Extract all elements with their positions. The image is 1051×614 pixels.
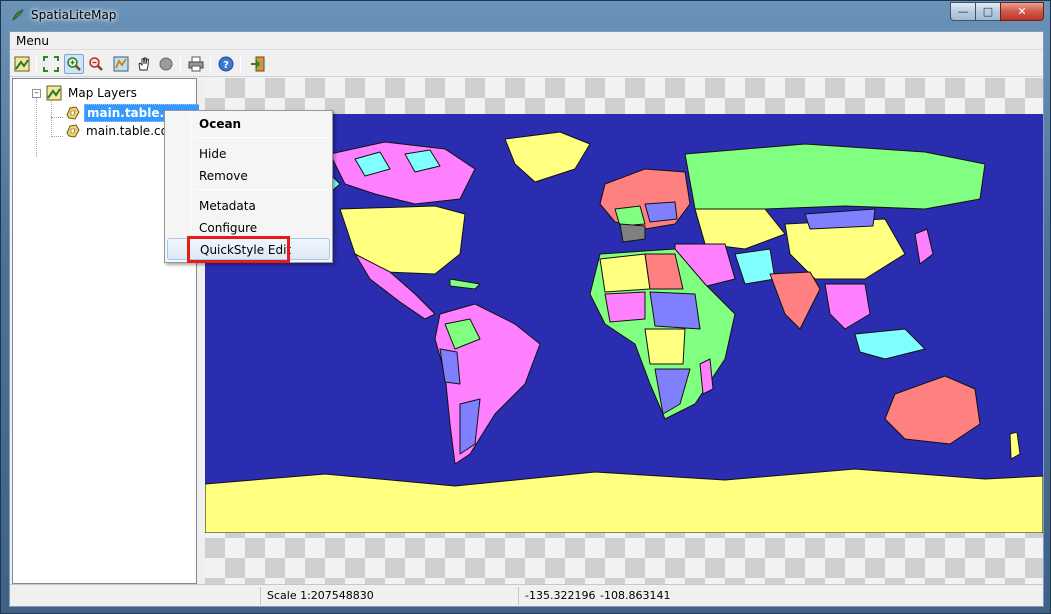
minimize-icon: — <box>957 5 969 18</box>
app-window: SpatiaLiteMap — □ ✕ Menu ? – Map Layers … <box>0 0 1051 614</box>
close-icon: ✕ <box>1017 5 1027 18</box>
menu-bar: Menu <box>10 32 1043 50</box>
tree-root[interactable]: Map Layers <box>46 85 139 101</box>
maximize-icon: □ <box>982 5 994 18</box>
menu-item-hide[interactable]: Hide <box>167 143 330 165</box>
status-bar: Scale 1:207548830 -135.322196 -108.86314… <box>10 584 1043 606</box>
svg-text:?: ? <box>223 60 229 71</box>
print-button[interactable] <box>186 54 206 74</box>
help-button[interactable]: ? <box>216 54 236 74</box>
zoom-out-icon <box>89 57 103 71</box>
map-icon <box>113 56 129 72</box>
zoom-in-button[interactable] <box>64 54 84 74</box>
toolbar: ? <box>10 51 1043 77</box>
zoom-extent-button[interactable] <box>41 54 61 74</box>
minimize-button[interactable]: — <box>950 2 976 21</box>
tree-root-label: Map Layers <box>68 86 137 100</box>
window-title: SpatiaLiteMap <box>31 8 117 22</box>
menu-item-metadata[interactable]: Metadata <box>167 195 330 217</box>
polygon-layer-icon <box>66 106 80 120</box>
close-button[interactable]: ✕ <box>1000 2 1044 21</box>
y-coordinate-readout: -108.863141 <box>600 589 671 602</box>
zoom-in-icon <box>67 57 81 71</box>
menu-item-remove[interactable]: Remove <box>167 165 330 187</box>
layer-context-menu: Ocean Hide Remove Metadata Configure Qui… <box>164 110 333 263</box>
context-menu-title: Ocean <box>199 117 242 131</box>
menu-button[interactable]: Menu <box>16 34 49 48</box>
title-bar: SpatiaLiteMap — □ ✕ <box>1 1 1050 29</box>
polygon-layer-icon <box>66 124 80 138</box>
menu-item-quickstyle-edit[interactable]: QuickStyle Edit <box>167 238 330 260</box>
x-coordinate-readout: -135.322196 <box>518 587 598 605</box>
pan-button[interactable] <box>134 54 154 74</box>
layer-button[interactable] <box>12 54 32 74</box>
maximize-button[interactable]: □ <box>975 2 1001 21</box>
identify-button[interactable] <box>156 54 176 74</box>
zoom-out-button[interactable] <box>86 54 106 74</box>
collapse-toggle[interactable]: – <box>32 89 41 98</box>
exit-icon <box>251 56 265 72</box>
scale-readout: Scale 1:207548830 <box>260 587 518 605</box>
menu-item-configure[interactable]: Configure <box>167 217 330 239</box>
map-button[interactable] <box>111 54 131 74</box>
print-icon <box>188 56 204 72</box>
exit-button[interactable] <box>248 54 268 74</box>
app-feather-icon <box>12 9 24 21</box>
layer-icon <box>14 56 30 72</box>
zoom-extent-icon <box>43 56 59 72</box>
help-icon: ? <box>218 56 234 72</box>
pan-hand-icon <box>138 57 149 71</box>
map-layers-icon <box>46 85 62 101</box>
identify-icon <box>159 57 173 71</box>
